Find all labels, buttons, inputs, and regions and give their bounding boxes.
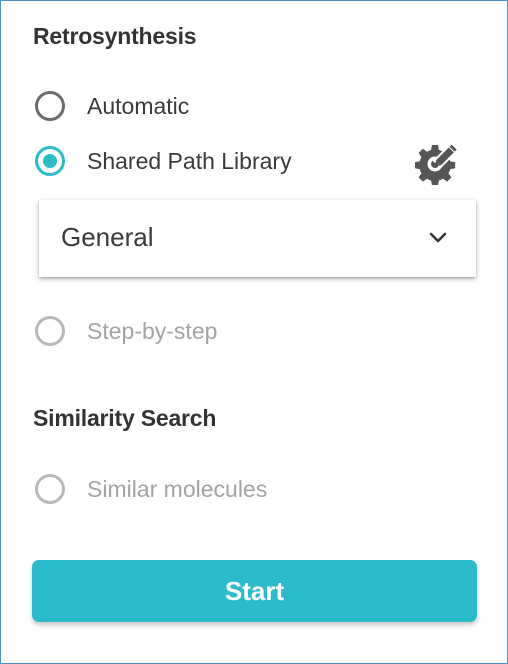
chevron-down-icon — [429, 232, 447, 243]
shared-path-library-option[interactable]: Shared Path Library — [35, 141, 292, 181]
gear-edit-icon[interactable] — [414, 141, 459, 186]
similar-molecules-label: Similar molecules — [87, 475, 268, 502]
search-options-panel: Retrosynthesis Automatic Shared Path Lib… — [0, 0, 508, 664]
automatic-radio[interactable] — [35, 91, 65, 121]
similar-molecules-option[interactable]: Similar molecules — [35, 469, 267, 509]
automatic-label: Automatic — [87, 92, 190, 119]
automatic-option[interactable]: Automatic — [35, 86, 189, 126]
retrosynthesis-heading: Retrosynthesis — [33, 23, 197, 49]
shared-path-library-label: Shared Path Library — [87, 147, 292, 174]
similar-molecules-radio[interactable] — [35, 474, 65, 504]
library-select-value: General — [61, 222, 154, 252]
start-button[interactable]: Start — [32, 560, 477, 622]
library-select[interactable]: General — [39, 200, 476, 277]
step-by-step-radio[interactable] — [35, 316, 65, 346]
step-by-step-label: Step-by-step — [87, 317, 218, 344]
shared-path-library-radio[interactable] — [35, 146, 65, 176]
step-by-step-option[interactable]: Step-by-step — [35, 311, 217, 351]
similarity-search-heading: Similarity Search — [33, 405, 217, 431]
